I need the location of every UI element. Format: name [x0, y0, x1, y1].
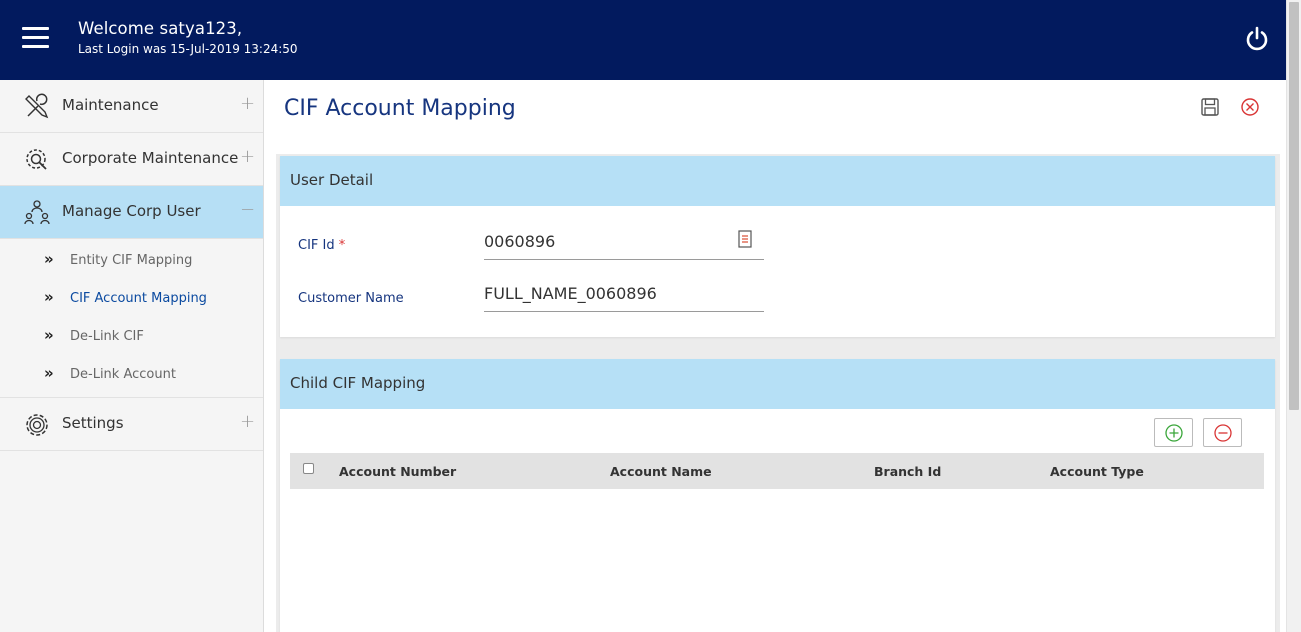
- power-icon[interactable]: [1243, 25, 1271, 53]
- close-icon[interactable]: [1240, 97, 1260, 117]
- cif-id-field[interactable]: 0060896: [484, 224, 764, 260]
- add-row-button[interactable]: [1154, 418, 1193, 447]
- main-content: CIF Account Mapping User Detail CIF Id *…: [264, 80, 1286, 632]
- double-chevron-right-icon: »: [44, 364, 54, 382]
- sidebar-subitem-label: CIF Account Mapping: [70, 291, 207, 306]
- hamburger-menu-icon[interactable]: [22, 27, 49, 49]
- table-header: Account Number Account Name Branch Id Ac…: [290, 453, 1264, 489]
- column-header-account-name[interactable]: Account Name: [610, 464, 712, 479]
- expand-icon[interactable]: +: [240, 93, 255, 114]
- plus-circle-icon: [1165, 424, 1183, 442]
- gear-icon: [26, 414, 48, 436]
- sidebar-item-maintenance[interactable]: Maintenance +: [0, 80, 263, 133]
- cif-id-value: 0060896: [484, 232, 556, 251]
- expand-icon[interactable]: +: [240, 146, 255, 167]
- sidebar-item-label: Manage Corp User: [62, 202, 201, 220]
- sidebar-item-label: Corporate Maintenance: [62, 149, 239, 167]
- child-cif-mapping-heading: Child CIF Mapping: [280, 359, 1275, 409]
- sidebar-item-label: Settings: [62, 414, 124, 432]
- column-header-branch-id[interactable]: Branch Id: [874, 464, 941, 479]
- app-header: Welcome satya123, Last Login was 15-Jul-…: [0, 0, 1286, 80]
- sidebar-item-manage-corp-user[interactable]: Manage Corp User −: [0, 186, 263, 239]
- lookup-list-icon[interactable]: [738, 230, 752, 248]
- user-detail-heading: User Detail: [280, 156, 1275, 206]
- sidebar-subitem-label: De-Link CIF: [70, 329, 144, 344]
- select-all-checkbox[interactable]: [303, 463, 314, 474]
- sidebar-subitem-entity-cif-mapping[interactable]: » Entity CIF Mapping: [0, 241, 263, 279]
- vertical-scrollbar[interactable]: [1286, 0, 1301, 632]
- sidebar-item-corporate-maintenance[interactable]: Corporate Maintenance +: [0, 133, 263, 186]
- child-cif-mapping-panel: Child CIF Mapping Account Number Account…: [280, 359, 1275, 632]
- save-icon[interactable]: [1200, 97, 1220, 117]
- scrollbar-thumb[interactable]: [1289, 2, 1299, 410]
- sidebar-item-label: Maintenance: [62, 96, 159, 114]
- users-hierarchy-icon: [24, 200, 50, 225]
- double-chevron-right-icon: »: [44, 326, 54, 344]
- customer-name-value: FULL_NAME_0060896: [484, 284, 657, 303]
- user-detail-panel: User Detail CIF Id * 0060896 Customer Na…: [280, 156, 1275, 337]
- customer-name-label: Customer Name: [298, 291, 404, 306]
- minus-circle-icon: [1214, 424, 1232, 442]
- double-chevron-right-icon: »: [44, 250, 54, 268]
- collapse-icon[interactable]: −: [240, 199, 255, 220]
- content-area: User Detail CIF Id * 0060896 Customer Na…: [276, 154, 1280, 632]
- double-chevron-right-icon: »: [44, 288, 54, 306]
- sidebar-subitem-cif-account-mapping[interactable]: » CIF Account Mapping: [0, 279, 263, 317]
- last-login-text: Last Login was 15-Jul-2019 13:24:50: [78, 42, 298, 56]
- page-title: CIF Account Mapping: [284, 96, 516, 121]
- sidebar-subitem-label: Entity CIF Mapping: [70, 253, 193, 268]
- cif-id-label-text: CIF Id: [298, 238, 335, 253]
- remove-row-button[interactable]: [1203, 418, 1242, 447]
- required-mark: *: [338, 238, 346, 253]
- welcome-text: Welcome satya123,: [78, 19, 243, 38]
- sidebar-subitem-label: De-Link Account: [70, 367, 176, 382]
- submenu-manage-corp-user: » Entity CIF Mapping » CIF Account Mappi…: [0, 239, 263, 398]
- cif-id-label: CIF Id *: [298, 238, 345, 253]
- sidebar-subitem-de-link-cif[interactable]: » De-Link CIF: [0, 317, 263, 355]
- sidebar: Maintenance + Corporate Maintenance + Ma…: [0, 80, 264, 632]
- column-header-account-type[interactable]: Account Type: [1050, 464, 1144, 479]
- gear-search-icon: [26, 149, 47, 170]
- tools-icon: [25, 93, 49, 119]
- sidebar-item-settings[interactable]: Settings +: [0, 398, 263, 451]
- column-header-account-number[interactable]: Account Number: [339, 464, 456, 479]
- expand-icon[interactable]: +: [240, 411, 255, 432]
- customer-name-field[interactable]: FULL_NAME_0060896: [484, 276, 764, 312]
- sidebar-subitem-de-link-account[interactable]: » De-Link Account: [0, 355, 263, 393]
